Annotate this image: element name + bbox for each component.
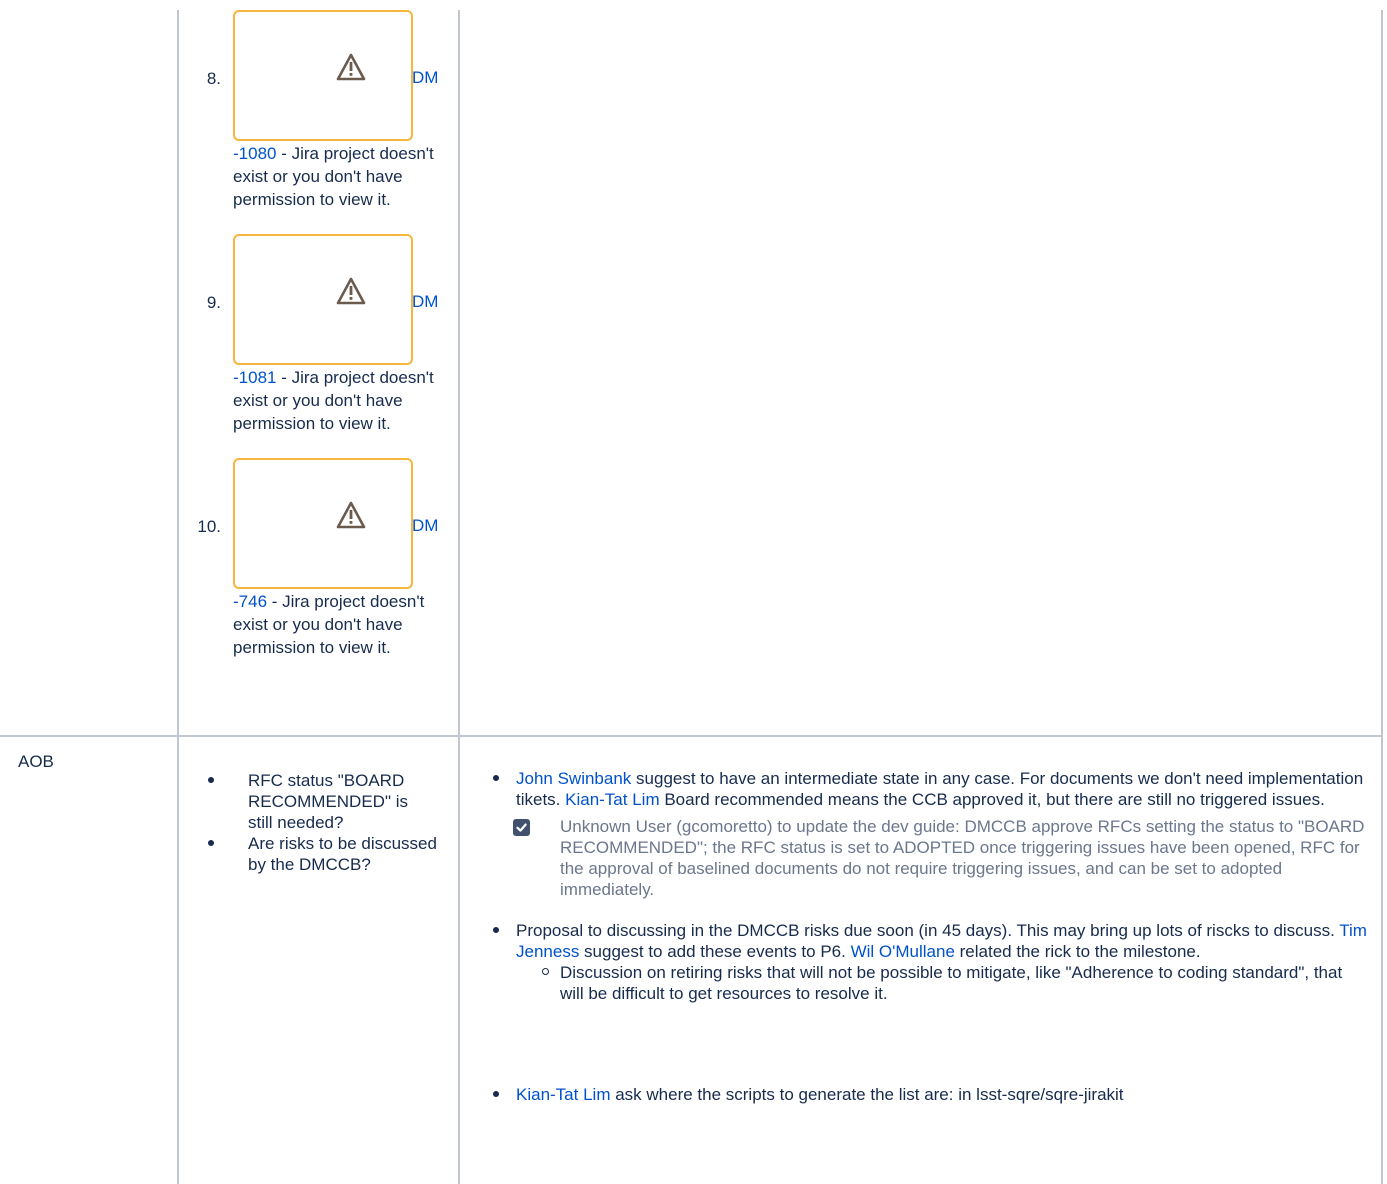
jira-issue-link[interactable]: -746 <box>233 592 267 611</box>
warning-icon <box>336 53 366 81</box>
jira-issue-card[interactable] <box>233 458 413 589</box>
list-item: RFC status "BOARD RECOMMENDED" is still … <box>208 770 437 833</box>
list-item: Are risks to be discussed by the DMCCB? <box>208 833 437 875</box>
jira-error-text: -746 - Jira project doesn't exist or you… <box>233 590 443 659</box>
table-column-divider-2 <box>458 10 460 1184</box>
aob-notes: John Swinbank suggest to have an interme… <box>490 768 1370 1105</box>
note-text: ask where the scripts to generate the li… <box>610 1085 1124 1104</box>
task-item: Unknown User (gcomoretto) to update the … <box>490 816 1370 900</box>
user-mention-link[interactable]: John Swinbank <box>516 769 631 788</box>
note-text: Proposal to discussing in the DMCCB risk… <box>516 921 1340 940</box>
user-mention-link[interactable]: Kian-Tat Lim <box>516 1085 610 1104</box>
jira-project-link[interactable]: DM <box>412 68 438 88</box>
jira-issue-link[interactable]: -1081 <box>233 368 276 387</box>
warning-icon <box>336 277 366 305</box>
checkbox-checked-icon[interactable] <box>513 819 530 836</box>
warning-icon <box>336 501 366 529</box>
jira-list-item-10: 10. DM -746 - Jira project doesn't exist… <box>190 458 455 682</box>
jira-issue-card[interactable] <box>233 10 413 141</box>
jira-issue-card[interactable] <box>233 234 413 365</box>
jira-project-link[interactable]: DM <box>412 516 438 536</box>
user-mention-link[interactable]: Wil O'Mullane <box>851 942 955 961</box>
jira-list-item-9: 9. DM -1081 - Jira project doesn't exist… <box>190 234 455 458</box>
aob-topics-list: RFC status "BOARD RECOMMENDED" is still … <box>208 770 437 875</box>
jira-error-text: -1080 - Jira project doesn't exist or yo… <box>233 142 443 211</box>
jira-error-text: -1081 - Jira project doesn't exist or yo… <box>233 366 443 435</box>
jira-project-link[interactable]: DM <box>412 292 438 312</box>
jira-issue-link[interactable]: -1080 <box>233 144 276 163</box>
table-right-border <box>1381 10 1383 1184</box>
sub-list-item: Discussion on retiring risks that will n… <box>490 962 1370 1004</box>
note-intermediate-state: John Swinbank suggest to have an interme… <box>490 768 1370 810</box>
jira-list-item-8: 8. DM -1080 - Jira project doesn't exist… <box>190 10 455 234</box>
note-scripts-location: Kian-Tat Lim ask where the scripts to ge… <box>490 1084 1370 1105</box>
note-text: suggest to add these events to P6. <box>579 942 851 961</box>
note-text: Board recommended means the CCB approved… <box>659 790 1325 809</box>
note-risks-proposal: Proposal to discussing in the DMCCB risk… <box>490 920 1370 962</box>
aob-label: AOB <box>18 752 54 771</box>
note-text: related the rick to the milestone. <box>954 942 1201 961</box>
user-mention-link[interactable]: Kian-Tat Lim <box>565 790 659 809</box>
task-text: Unknown User (gcomoretto) to update the … <box>560 817 1365 899</box>
list-number: 10. <box>197 517 221 536</box>
table-row-divider <box>0 735 1383 737</box>
table-column-divider-1 <box>177 10 179 1184</box>
list-number: 9. <box>206 293 221 312</box>
list-number: 8. <box>206 69 221 88</box>
